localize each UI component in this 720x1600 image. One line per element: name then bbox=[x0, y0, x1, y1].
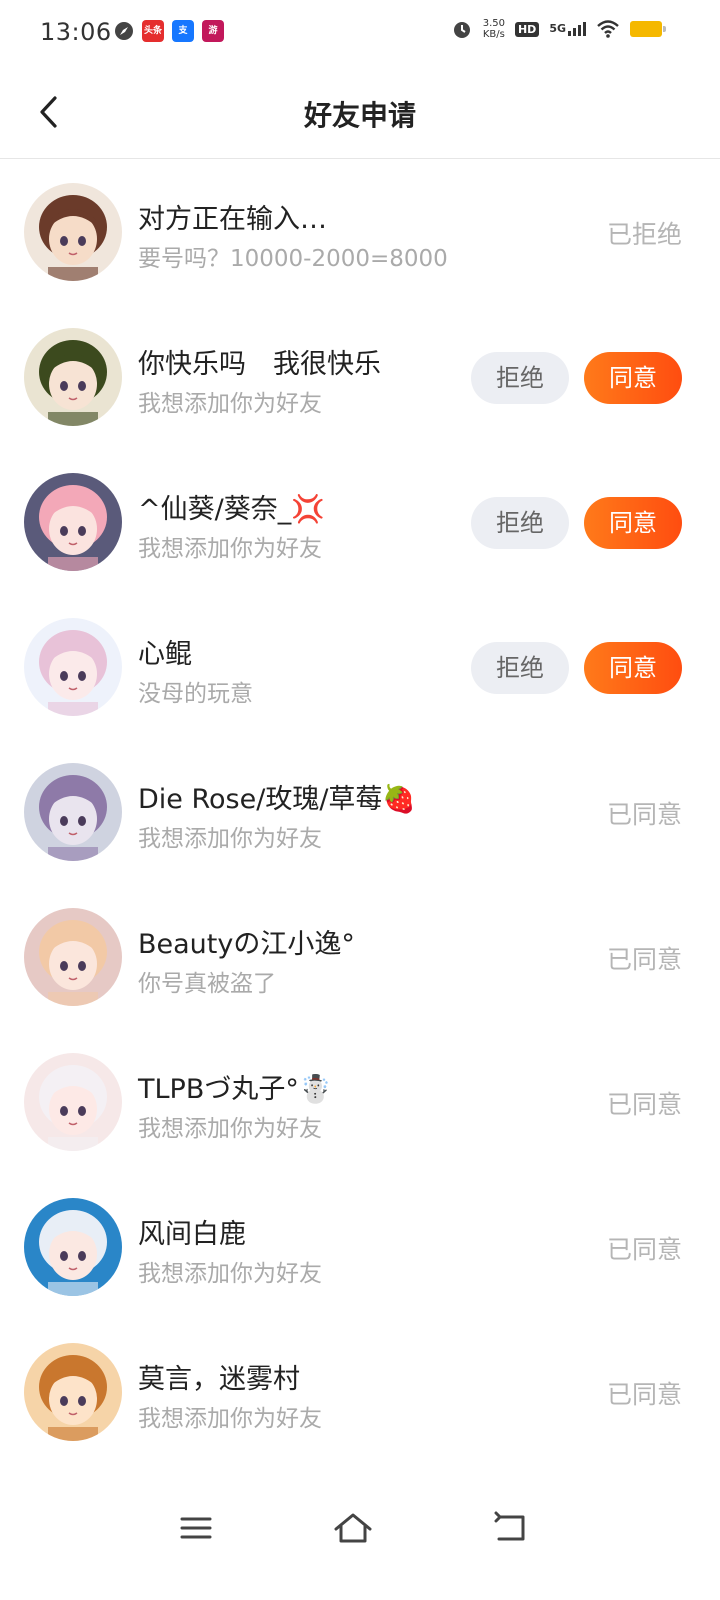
alarm-icon bbox=[453, 22, 470, 38]
accept-button[interactable]: 同意 bbox=[584, 642, 682, 694]
reject-button[interactable]: 拒绝 bbox=[471, 352, 569, 404]
status-time: 13:06 bbox=[40, 18, 112, 46]
battery-icon bbox=[630, 21, 666, 37]
avatar[interactable] bbox=[24, 183, 122, 281]
request-name: 你快乐吗 我很快乐 bbox=[138, 349, 381, 380]
friend-request-row[interactable]: 心鲲 没母的玩意 拒绝 同意 bbox=[0, 594, 720, 739]
friend-request-row[interactable]: 莫言，迷雾村 我想添加你为好友 已同意 bbox=[0, 1319, 720, 1464]
net-speed-value: 3.50 bbox=[482, 18, 505, 29]
avatar[interactable] bbox=[24, 1198, 122, 1296]
nav-bar: 好友申请 bbox=[0, 66, 720, 159]
request-name: ^仙葵/葵奈_💢 bbox=[138, 494, 325, 525]
status-accepted: 已同意 bbox=[606, 800, 682, 829]
friend-request-row[interactable]: Die Rose/玫瑰/草莓🍓 我想添加你为好友 已同意 bbox=[0, 739, 720, 884]
friend-request-row[interactable]: TLPBづ丸子°☃️ 我想添加你为好友 已同意 bbox=[0, 1029, 720, 1174]
net-speed: 3.50 KB/s bbox=[483, 18, 505, 40]
status-accepted: 已同意 bbox=[606, 1380, 682, 1409]
system-nav-bar bbox=[0, 1490, 720, 1570]
friend-request-row[interactable]: Beautyの江小逸° 你号真被盗了 已同意 bbox=[0, 884, 720, 1029]
accept-button[interactable]: 同意 bbox=[584, 497, 682, 549]
request-message: 你号真被盗了 bbox=[138, 971, 276, 997]
request-name: 莫言，迷雾村 bbox=[138, 1364, 300, 1395]
request-message: 我想添加你为好友 bbox=[138, 536, 322, 562]
request-name: 对方正在输入… bbox=[138, 204, 327, 235]
network-type: 5G bbox=[549, 22, 566, 35]
avatar[interactable] bbox=[24, 473, 122, 571]
toutiao-app-icon: 头条 bbox=[142, 20, 164, 42]
net-speed-unit: KB/s bbox=[482, 29, 505, 40]
friend-request-row[interactable]: 风间白鹿 我想添加你为好友 已同意 bbox=[0, 1174, 720, 1319]
request-name: 心鲲 bbox=[138, 639, 192, 670]
status-accepted: 已同意 bbox=[606, 1090, 682, 1119]
request-message: 我想添加你为好友 bbox=[138, 1261, 322, 1287]
status-accepted: 已同意 bbox=[606, 1235, 682, 1264]
request-message: 我想添加你为好友 bbox=[138, 391, 322, 417]
accept-button[interactable]: 同意 bbox=[584, 352, 682, 404]
friend-request-row[interactable]: 对方正在输入… 要号吗？10000-2000=8000 已拒绝 bbox=[0, 159, 720, 304]
status-bar: 13:06 头条 支 游 3.50 KB/s HD 5G bbox=[0, 0, 720, 66]
request-message: 要号吗？10000-2000=8000 bbox=[138, 246, 448, 272]
page-title: 好友申请 bbox=[303, 99, 416, 132]
friend-request-row[interactable]: 你快乐吗 我很快乐 我想添加你为好友 拒绝 同意 bbox=[0, 304, 720, 449]
friend-request-list: 对方正在输入… 要号吗？10000-2000=8000 已拒绝 你快乐吗 我很快… bbox=[0, 159, 720, 1464]
avatar[interactable] bbox=[24, 328, 122, 426]
signal-5g-icon: 5G bbox=[549, 22, 586, 36]
avatar[interactable] bbox=[24, 1343, 122, 1441]
back-icon[interactable] bbox=[490, 1508, 530, 1548]
request-name: TLPBづ丸子°☃️ bbox=[138, 1074, 333, 1105]
status-system-icons: 3.50 KB/s HD 5G bbox=[451, 18, 666, 40]
request-name: Die Rose/玫瑰/草莓🍓 bbox=[138, 784, 417, 815]
status-notification-icons: 头条 支 游 bbox=[114, 20, 224, 42]
avatar[interactable] bbox=[24, 618, 122, 716]
request-message: 没母的玩意 bbox=[138, 681, 253, 707]
menu-icon[interactable] bbox=[176, 1508, 216, 1548]
compass-icon bbox=[115, 22, 133, 40]
friend-request-row[interactable]: ^仙葵/葵奈_💢 我想添加你为好友 拒绝 同意 bbox=[0, 449, 720, 594]
request-name: Beautyの江小逸° bbox=[138, 929, 355, 960]
status-accepted: 已同意 bbox=[606, 945, 682, 974]
home-icon[interactable] bbox=[333, 1508, 373, 1548]
avatar[interactable] bbox=[24, 763, 122, 861]
request-message: 我想添加你为好友 bbox=[138, 826, 322, 852]
reject-button[interactable]: 拒绝 bbox=[471, 497, 569, 549]
wifi-icon bbox=[597, 20, 619, 38]
alipay-app-icon: 支 bbox=[172, 20, 194, 42]
request-name: 风间白鹿 bbox=[138, 1219, 246, 1250]
game-app-icon: 游 bbox=[202, 20, 224, 42]
reject-button[interactable]: 拒绝 bbox=[471, 642, 569, 694]
avatar[interactable] bbox=[24, 908, 122, 1006]
request-message: 我想添加你为好友 bbox=[138, 1406, 322, 1432]
avatar[interactable] bbox=[24, 1053, 122, 1151]
status-rejected: 已拒绝 bbox=[606, 220, 682, 249]
hd-badge: HD bbox=[514, 21, 540, 37]
request-message: 我想添加你为好友 bbox=[138, 1116, 322, 1142]
